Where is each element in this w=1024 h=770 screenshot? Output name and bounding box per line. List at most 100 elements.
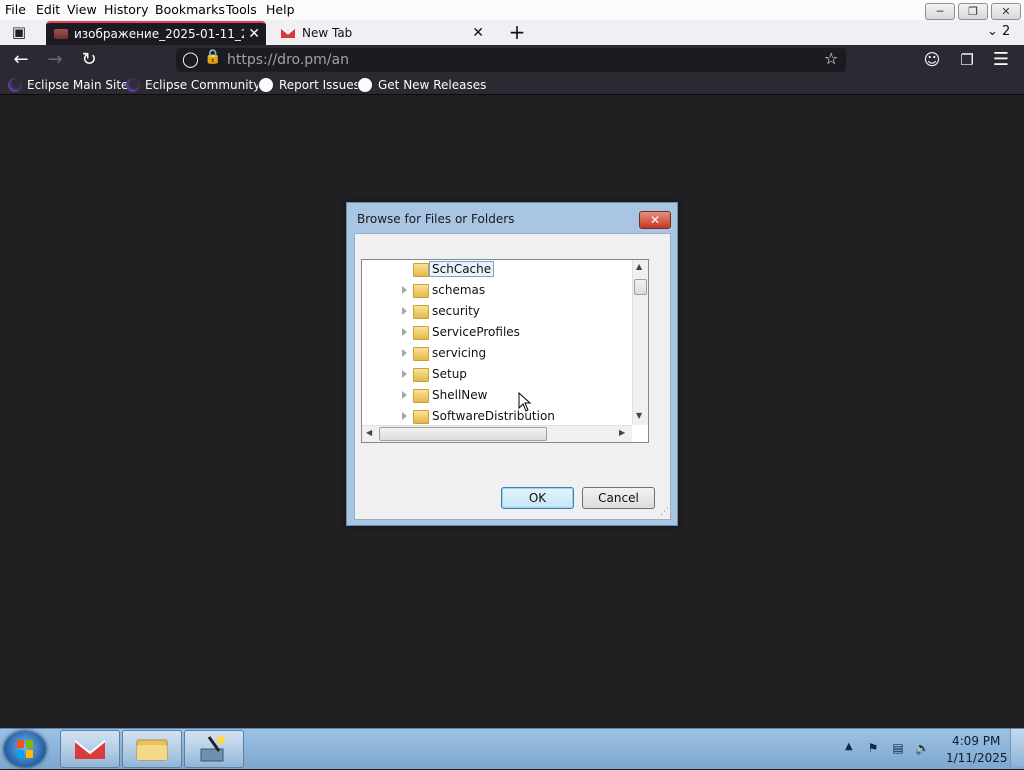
menu-help[interactable]: Help: [266, 2, 295, 17]
menu-tools[interactable]: Tools: [226, 2, 257, 17]
menu-bookmarks[interactable]: Bookmarks: [155, 2, 225, 17]
clock-time[interactable]: 4:09 PM: [952, 734, 1000, 748]
tree-item-security[interactable]: security: [362, 302, 632, 322]
vertical-scrollbar[interactable]: ▲ ▼: [632, 260, 648, 425]
restore-icon: ❐: [968, 5, 978, 18]
tab-title: изображение_2025-01-11_2223: [74, 27, 244, 41]
expand-arrow-icon[interactable]: [402, 391, 407, 399]
bookmark-get-new-releases[interactable]: Get New Releases: [357, 76, 486, 93]
start-button[interactable]: [4, 731, 46, 767]
tab-title: New Tab: [302, 26, 353, 40]
windows-logo-icon: [17, 740, 33, 758]
expand-arrow-icon[interactable]: [402, 286, 407, 294]
tab-image[interactable]: изображение_2025-01-11_2223 ✕: [46, 21, 266, 45]
horizontal-scroll-thumb[interactable]: [379, 427, 547, 441]
action-center-flag-icon[interactable]: ⚑: [866, 741, 880, 755]
folder-icon: [413, 284, 429, 298]
show-desktop-button[interactable]: [1010, 729, 1024, 767]
cancel-button[interactable]: Cancel: [582, 487, 655, 509]
bookmark-report-issues[interactable]: Report Issues: [258, 76, 360, 93]
bookmarks-toolbar: Eclipse Main Site Eclipse Community Repo…: [0, 75, 1024, 95]
chevron-down-icon: ⌄: [987, 24, 998, 39]
taskbar-setup-wizard[interactable]: [184, 730, 244, 768]
folder-icon: [413, 326, 429, 340]
clock-date[interactable]: 1/11/2025: [946, 751, 1008, 765]
newtab-favicon-icon: [280, 27, 296, 39]
bookmark-label: Get New Releases: [378, 77, 487, 92]
menu-history[interactable]: History: [104, 2, 148, 17]
scroll-right-icon[interactable]: ▶: [619, 428, 625, 437]
browser-app-icon: [74, 740, 106, 759]
tree-item-servicing[interactable]: servicing: [362, 344, 632, 364]
menu-edit[interactable]: Edit: [36, 2, 60, 17]
tab-list-button[interactable]: ⌄ 2: [987, 24, 1010, 39]
wizard-app-icon: [200, 736, 225, 762]
browse-dialog: Browse for Files or Folders ✕ SchCache s…: [346, 202, 678, 526]
extensions-icon[interactable]: ❐: [956, 50, 978, 70]
close-window-button[interactable]: ✕: [991, 3, 1021, 20]
bookmark-label: Eclipse Main Site: [27, 77, 129, 92]
tab-close-icon[interactable]: ✕: [248, 26, 260, 42]
volume-muted-icon[interactable]: 🔈: [915, 741, 930, 755]
bookmark-eclipse-community[interactable]: Eclipse Community: [126, 76, 260, 93]
resize-grip-icon[interactable]: ⋰: [660, 507, 669, 517]
close-icon: ✕: [649, 213, 661, 227]
dialog-close-button[interactable]: ✕: [639, 211, 671, 229]
taskbar-browser[interactable]: [60, 730, 120, 768]
tree-item-softwaredistribution[interactable]: SoftwareDistribution: [362, 407, 632, 427]
expand-arrow-icon[interactable]: [402, 307, 407, 315]
tab-overview-icon[interactable]: ▣: [8, 22, 30, 42]
tree-item-serviceprofiles[interactable]: ServiceProfiles: [362, 323, 632, 343]
folder-tree[interactable]: SchCache schemas security ServiceProfile…: [361, 259, 649, 443]
github-icon: [258, 76, 274, 93]
folder-icon: [413, 368, 429, 382]
tab-close-icon[interactable]: ✕: [472, 25, 484, 41]
forward-icon[interactable]: →: [44, 50, 66, 70]
expand-arrow-icon[interactable]: [402, 349, 407, 357]
tree-item-label: Setup: [432, 367, 467, 381]
menu-view[interactable]: View: [67, 2, 97, 17]
tree-item-label: servicing: [432, 346, 487, 360]
tree-item-schcache[interactable]: SchCache: [362, 260, 632, 280]
scroll-left-icon[interactable]: ◀: [366, 428, 372, 437]
bookmark-eclipse-main[interactable]: Eclipse Main Site: [8, 76, 128, 93]
new-tab-plus-icon[interactable]: +: [506, 22, 528, 42]
restore-button[interactable]: ❐: [958, 3, 988, 20]
scroll-down-icon[interactable]: ▼: [636, 411, 642, 420]
folder-icon: [413, 305, 429, 319]
menu-hamburger-icon[interactable]: ☰: [990, 50, 1012, 70]
tree-item-label: ShellNew: [432, 388, 488, 402]
folder-app-icon: [136, 739, 168, 761]
folder-icon: [413, 410, 429, 424]
expand-arrow-icon[interactable]: [402, 370, 407, 378]
tree-item-label: schemas: [432, 283, 486, 297]
url-text[interactable]: https://dro.pm/an: [227, 52, 349, 68]
network-icon[interactable]: ▤: [891, 741, 905, 755]
lock-icon[interactable]: 🔒: [204, 49, 221, 65]
scroll-up-icon[interactable]: ▲: [636, 262, 642, 271]
github-icon: [357, 76, 373, 93]
tree-item-setup[interactable]: Setup: [362, 365, 632, 385]
tray-expand-icon[interactable]: ▲: [845, 741, 853, 752]
bookmark-star-icon[interactable]: ☆: [824, 49, 838, 68]
back-icon[interactable]: ←: [10, 50, 32, 70]
tree-item-schemas[interactable]: schemas: [362, 281, 632, 301]
horizontal-scrollbar[interactable]: ◀ ▶: [362, 425, 632, 442]
ok-button[interactable]: OK: [501, 487, 574, 509]
tab-strip: ▣ изображение_2025-01-11_2223 ✕ New Tab …: [0, 20, 1024, 45]
reload-icon[interactable]: ↻: [78, 50, 100, 70]
account-icon[interactable]: ☺: [921, 50, 943, 70]
menu-file[interactable]: File: [5, 2, 26, 17]
shield-icon[interactable]: ◯: [182, 50, 199, 68]
taskbar-file-explorer[interactable]: [122, 730, 182, 768]
tab-new-tab[interactable]: New Tab ✕: [272, 21, 492, 45]
close-icon: ✕: [1001, 5, 1011, 18]
dialog-title: Browse for Files or Folders: [357, 212, 515, 226]
minimize-button[interactable]: ─: [925, 3, 955, 20]
folder-icon: [413, 347, 429, 361]
expand-arrow-icon[interactable]: [402, 328, 407, 336]
tree-item-label: ServiceProfiles: [432, 325, 520, 339]
expand-arrow-icon[interactable]: [402, 412, 407, 420]
tree-item-shellnew[interactable]: ShellNew: [362, 386, 632, 406]
vertical-scroll-thumb[interactable]: [634, 279, 647, 295]
